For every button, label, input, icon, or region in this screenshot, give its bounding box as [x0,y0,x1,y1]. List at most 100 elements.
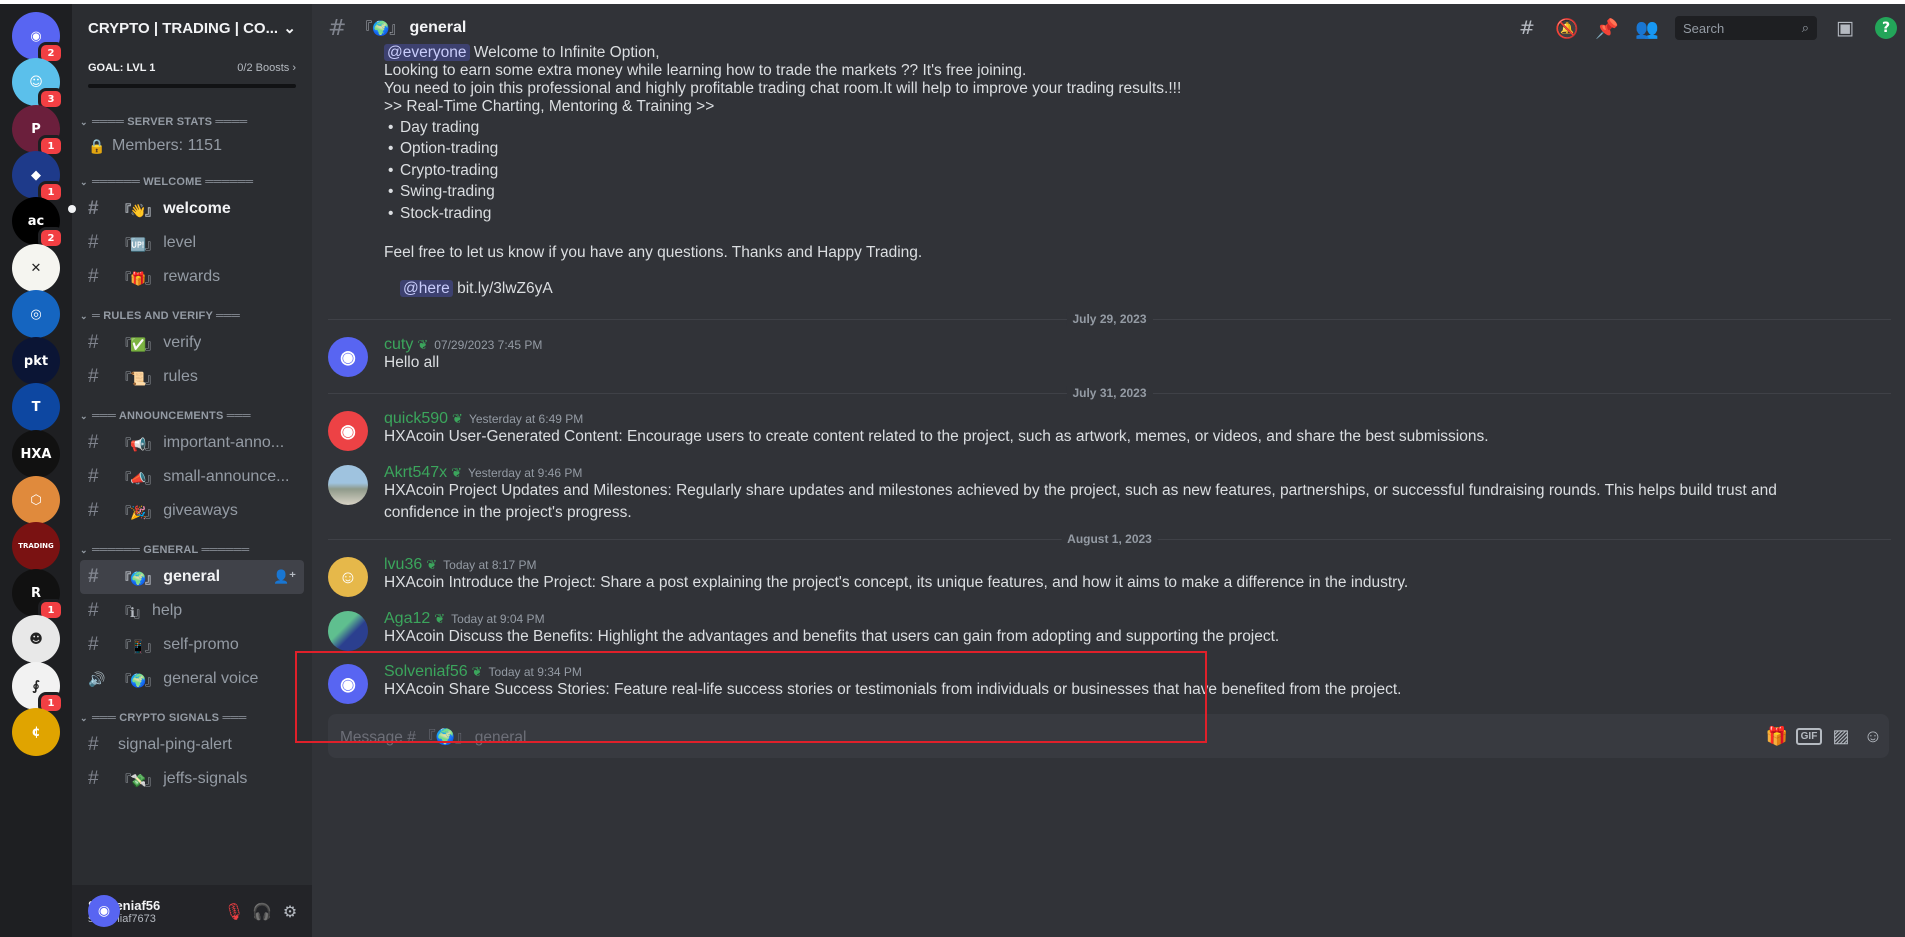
avatar[interactable]: ◉ [328,411,368,451]
message-timestamp: Yesterday at 6:49 PM [468,412,584,426]
channel-emoji: 『🆙』 [118,236,158,252]
channel-category[interactable]: ⌄ ══════ WELCOME ══════ [72,172,312,192]
sprout-badge-icon: ❦ [434,611,446,626]
channel-item-level[interactable]: # 『🆙』 level [80,226,304,260]
channel-name: small-announce... [163,468,290,485]
channel-emoji: 『🎉』 [118,504,158,520]
search-input[interactable]: Search ⌕ [1675,16,1817,40]
server-icon[interactable]: ✕ [12,244,60,292]
server-icon[interactable]: ☻ [12,615,60,663]
server-header[interactable]: CRYPTO | TRADING | CO... ⌄ [72,4,312,52]
members-icon[interactable]: 👥 [1627,17,1667,40]
channel-emoji: 『🎁』 [118,270,158,286]
channel-item-rules[interactable]: # 『📜』 rules [80,360,304,394]
link[interactable]: bit.ly/3lwZ6yA [457,280,553,297]
server-icon[interactable]: ◉ 2 [12,12,64,64]
server-icon[interactable]: ⬡ [12,476,60,524]
invite-member-icon[interactable]: 👤⁺ [273,569,296,585]
hash-icon: # [88,466,99,487]
channel-name: help [151,602,183,619]
smiley-server-icon: ☺ [29,74,43,90]
category-name: ══════ GENERAL ══════ [92,544,250,556]
boost-goal[interactable]: GOAL: LVL 1 0/2 Boosts › [72,52,312,110]
list-item: Crypto-trading [384,162,498,180]
message-text: HXAcoin Project Updates and Milestones: … [384,482,1777,521]
avatar[interactable] [328,465,368,505]
ac-server-icon: ac [27,213,45,229]
server-icon[interactable]: pkt [12,337,60,385]
channel-name: rules [163,368,198,385]
server-icon[interactable]: TRADING [12,522,60,570]
channel-item-self-promo[interactable]: # 『📱』 self-promo [80,628,304,662]
channel-item-small-announce[interactable]: # 『📣』 small-announce... [80,460,304,494]
channel-name: general [163,568,221,585]
channel-category[interactable]: ⌄ ════ SERVER STATS ════ [72,112,312,132]
chevron-down-icon: ⌄ [80,116,88,127]
date-divider: July 31, 2023 [328,386,1891,400]
notification-muted-icon[interactable]: 🔕 [1547,17,1587,40]
avatar[interactable]: ◉ [88,895,120,927]
channel-category[interactable]: ⌄ ═ RULES AND VERIFY ═══ [72,306,312,326]
channel-item-verify[interactable]: # 『✅』 verify [80,326,304,360]
hash-icon: # [88,366,99,387]
server-icon[interactable]: HXA [12,430,60,478]
gear-icon[interactable]: ⚙ [276,902,304,921]
category-name: ═══ CRYPTO SIGNALS ═══ [92,712,247,724]
avatar[interactable] [328,611,368,651]
channel-item-help[interactable]: # 『ℹ』 help [80,594,304,628]
category-name: ══════ WELCOME ══════ [92,176,254,188]
server-icon[interactable]: ◆ 1 [12,151,64,203]
channel-item-welcome[interactable]: # 『👋』 welcome [68,192,304,226]
channel-name: level [163,234,197,251]
server-icon[interactable]: ac 2 [12,197,64,249]
chevron-down-icon: ⌄ [80,712,88,723]
gif-button[interactable]: GIF [1796,727,1822,745]
gift-icon[interactable]: 🎁 [1761,726,1793,747]
server-icon[interactable]: ∮ 1 [12,662,64,714]
emoji-icon[interactable]: ☺ [1857,726,1889,747]
channel-category[interactable]: ⌄ ══════ GENERAL ══════ [72,540,312,560]
circle-server-icon: ◎ [30,306,42,322]
server-icon[interactable]: R1 [12,569,64,621]
server-icon[interactable]: T [12,383,60,431]
help-icon[interactable]: ? [1875,17,1897,39]
inbox-icon[interactable]: ▣ [1825,17,1865,39]
mention-here[interactable]: @here [400,280,453,297]
avatar[interactable]: ☺ [328,557,368,597]
avatar[interactable]: ◉ [328,337,368,377]
hash-icon: # [88,500,99,521]
boost-goal-label: GOAL: LVL 1 [88,62,156,74]
hash-icon: # [88,432,99,453]
channel-item-rewards[interactable]: # 『🎁』 rewards [80,260,304,294]
server-rail: ◉ 2 ☺ 3 P 1 ◆ 1 ac 2 ✕ ◎ pkt T HXA ⬡ TRADING R 1 ☻ ∮ 1 ¢ [0,4,72,937]
channel-item-jeffs-signals[interactable]: # 『💸』 jeffs-signals [80,762,304,796]
lock-icon: 🔒 [88,137,106,154]
message-text: HXAcoin User-Generated Content: Encourag… [384,428,1489,445]
pin-icon[interactable]: 📌 [1587,17,1627,40]
channel-item-members-1151[interactable]: 🔒 Members: 1151 [80,132,304,160]
server-icon[interactable]: ¢ [12,708,60,756]
headphones-icon[interactable]: 🎧 [248,902,276,921]
channel-name: important-anno... [163,434,285,451]
sprout-badge-icon: ❦ [417,337,429,352]
r-server-icon: R [30,585,41,601]
channel-emoji: 『✅』 [118,336,158,352]
channel-item-important-anno[interactable]: # 『📢』 important-anno... [80,426,304,460]
channel-item-signal-ping-alert[interactable]: # signal-ping-alert [80,728,304,762]
chevron-down-icon: ⌄ [80,544,88,555]
channel-category[interactable]: ⌄ ═══ ANNOUNCEMENTS ═══ [72,406,312,426]
channel-category[interactable]: ⌄ ═══ CRYPTO SIGNALS ═══ [72,708,312,728]
channel-item-giveaways[interactable]: # 『🎉』 giveaways [80,494,304,528]
channel-item-general[interactable]: # 『🌍』 general 👤⁺ [80,560,304,594]
channel-name: verify [163,334,202,351]
hash-icon: # [328,15,347,41]
channel-item-general-voice[interactable]: 🔊 『🌍』 general voice [80,662,304,696]
mention-everyone[interactable]: @everyone [384,44,470,61]
sticker-icon[interactable]: ▨ [1825,726,1857,747]
threads-icon[interactable]: # [1507,17,1547,39]
server-icon[interactable]: P1 [12,105,64,157]
mic-muted-icon[interactable]: 🎙 [220,902,248,921]
server-icon[interactable]: ☺ 3 [12,58,64,110]
server-icon[interactable]: ◎ [12,290,60,338]
search-placeholder: Search [1683,20,1725,36]
